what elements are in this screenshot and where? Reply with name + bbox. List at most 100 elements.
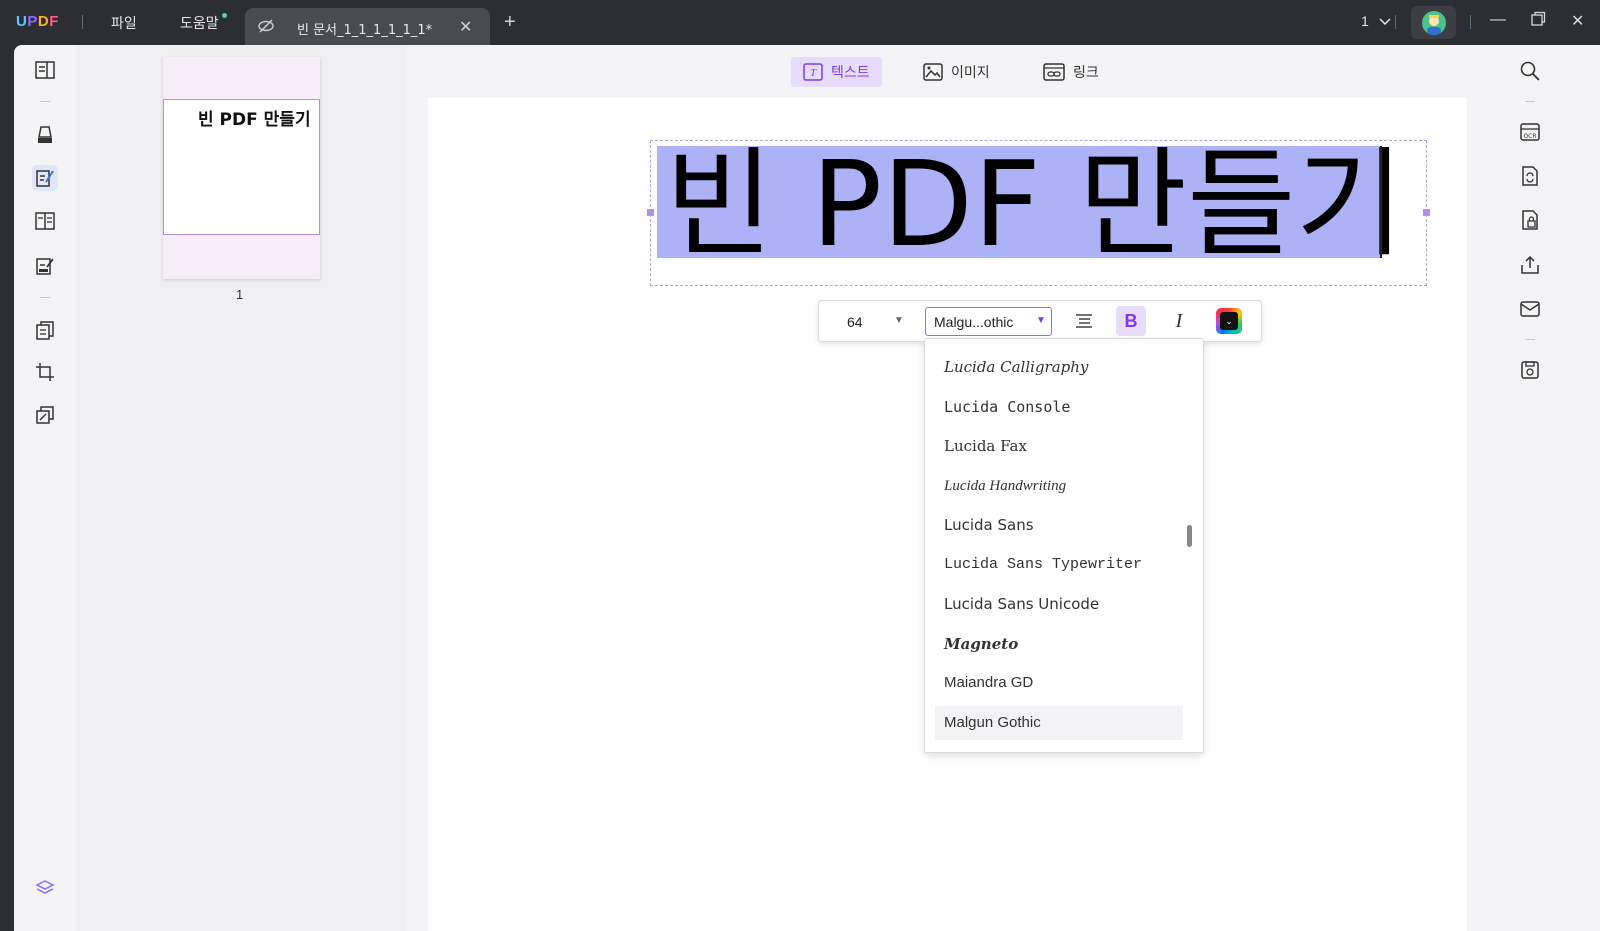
page-indicator: 1 (1361, 13, 1369, 29)
align-left-icon (1076, 314, 1092, 328)
thumbnail-page-content: 빈 PDF 만들기 (163, 99, 320, 235)
share-icon[interactable] (1519, 254, 1541, 276)
edit-tool[interactable] (32, 165, 58, 191)
reader-tool[interactable] (32, 57, 58, 83)
chevron-down-icon: ⌄ (1220, 312, 1238, 330)
protect-icon[interactable] (1519, 209, 1541, 231)
close-window-icon[interactable]: ✕ (1571, 11, 1584, 31)
convert-icon[interactable] (1519, 165, 1541, 187)
layers-icon (35, 880, 55, 894)
convert-pages-icon (36, 321, 54, 340)
toolbar-separator (1525, 101, 1535, 102)
mode-link-button[interactable]: 링크 (1031, 57, 1111, 87)
comment-tool[interactable] (32, 122, 58, 148)
convert-tool[interactable] (32, 317, 58, 343)
mode-link-label: 링크 (1073, 65, 1099, 81)
mode-text-button[interactable]: T 텍스트 (791, 57, 882, 87)
font-option[interactable]: Magneto (935, 627, 1183, 661)
text-caret (1380, 146, 1382, 258)
edit-pdf-icon (36, 170, 54, 187)
font-list-scrollbar[interactable] (1187, 525, 1192, 547)
organize-tool[interactable] (32, 208, 58, 234)
watermark-tool[interactable] (32, 402, 58, 428)
font-option[interactable]: Lucida Sans (935, 508, 1183, 542)
image-icon (923, 63, 943, 81)
title-separator (1395, 15, 1396, 29)
text-color-button[interactable]: ⌄ (1216, 308, 1242, 334)
bold-button[interactable]: B (1116, 306, 1146, 336)
toolbar-separator (1525, 339, 1535, 340)
reader-icon (35, 61, 55, 79)
page-heading-text[interactable]: 빈 PDF 만들기 (665, 134, 1404, 274)
font-family-value: Malgu...othic (934, 314, 1014, 330)
font-option[interactable]: Lucida Calligraphy (935, 350, 1183, 384)
new-tab-icon[interactable]: + (504, 11, 516, 34)
ocr-icon[interactable]: OCR (1519, 121, 1541, 143)
layers-tool[interactable] (32, 875, 58, 901)
left-toolbar (14, 45, 76, 931)
font-option[interactable]: Lucida Handwriting (935, 469, 1183, 503)
edit-mode-bar: T 텍스트 이미지 링크 (407, 55, 1499, 87)
resize-handle-left[interactable] (647, 209, 654, 216)
account-button[interactable] (1411, 6, 1456, 39)
close-tab-icon[interactable]: ✕ (459, 17, 472, 37)
help-notification-dot (222, 13, 227, 18)
minimize-icon[interactable]: — (1490, 11, 1506, 29)
layers-copy-icon (36, 406, 54, 424)
email-icon[interactable] (1519, 298, 1541, 320)
crop-tool[interactable] (32, 359, 58, 385)
thumbnail-page-number: 1 (236, 287, 244, 302)
align-button[interactable] (1069, 306, 1099, 336)
title-separator (82, 15, 83, 29)
logo-letter-p: P (27, 13, 38, 30)
crop-icon (36, 363, 54, 381)
font-option-selected[interactable]: Malgun Gothic (935, 706, 1183, 740)
page-thumbnail[interactable]: 빈 PDF 만들기 (163, 57, 320, 279)
right-toolbar: OCR (1499, 45, 1600, 931)
mode-image-button[interactable]: 이미지 (911, 57, 1002, 87)
logo-letter-d: D (37, 13, 50, 30)
font-option[interactable]: Lucida Console (935, 390, 1183, 424)
save-icon[interactable] (1519, 359, 1541, 381)
thumbnail-panel: 빈 PDF 만들기 1 (76, 45, 407, 931)
italic-button[interactable]: I (1164, 306, 1194, 336)
menu-help[interactable]: 도움말 (180, 13, 219, 33)
pdf-page[interactable]: 빈 PDF 만들기 64 ▼ Malgu...othic ▼ B I ⌄ Luc… (428, 98, 1467, 931)
font-size-dropdown-icon[interactable]: ▼ (894, 315, 904, 326)
font-option[interactable]: Maiandra GD (935, 666, 1183, 700)
resize-handle-right[interactable] (1423, 209, 1430, 216)
font-dropdown-list: Lucida Calligraphy Lucida Console Lucida… (924, 338, 1204, 753)
text-box-icon: T (803, 63, 823, 81)
highlighter-icon (38, 126, 52, 143)
font-option[interactable]: Lucida Sans Typewriter (935, 548, 1183, 582)
tab-title: 빈 문서_1_1_1_1_1_1* (297, 23, 433, 38)
text-selection-highlight: 빈 PDF 만들기 (657, 135, 1404, 273)
svg-text:OCR: OCR (1523, 133, 1536, 140)
font-option[interactable]: Lucida Fax (935, 429, 1183, 463)
title-separator (1470, 15, 1471, 29)
toolbar-separator (40, 297, 50, 298)
font-family-dropdown-icon: ▼ (1036, 315, 1046, 326)
chevron-down-icon (1379, 18, 1391, 26)
document-tab[interactable]: 빈 문서_1_1_1_1_1_1* ✕ (245, 8, 490, 45)
page-selector[interactable]: 1 (1361, 13, 1391, 29)
logo-letter-u: U (16, 13, 28, 30)
avatar (1422, 11, 1446, 35)
search-icon[interactable] (1519, 60, 1541, 82)
thumbnail-text: 빈 PDF 만들기 (198, 110, 311, 130)
page-organize-icon (35, 212, 55, 230)
title-bar: UPDF 파일 도움말 빈 문서_1_1_1_1_1_1* ✕ + 1 — ✕ (0, 0, 1600, 45)
menu-file[interactable]: 파일 (111, 13, 137, 33)
text-box-selection[interactable]: 빈 PDF 만들기 (647, 135, 1430, 286)
text-format-toolbar: 64 ▼ Malgu...othic ▼ B I ⌄ (818, 300, 1262, 342)
font-family-select[interactable]: Malgu...othic ▼ (925, 307, 1052, 336)
form-tool[interactable] (32, 253, 58, 279)
restore-icon[interactable] (1530, 11, 1546, 32)
link-icon (1043, 63, 1065, 81)
eye-off-icon (258, 19, 274, 33)
form-edit-icon (36, 258, 54, 275)
font-option[interactable]: Lucida Sans Unicode (935, 587, 1183, 621)
font-size-value[interactable]: 64 (847, 314, 863, 330)
app-body: 빈 PDF 만들기 1 T 텍스트 이미지 링크 빈 PDF 만들기 64 ▼ … (14, 45, 1600, 931)
toolbar-separator (40, 101, 50, 102)
